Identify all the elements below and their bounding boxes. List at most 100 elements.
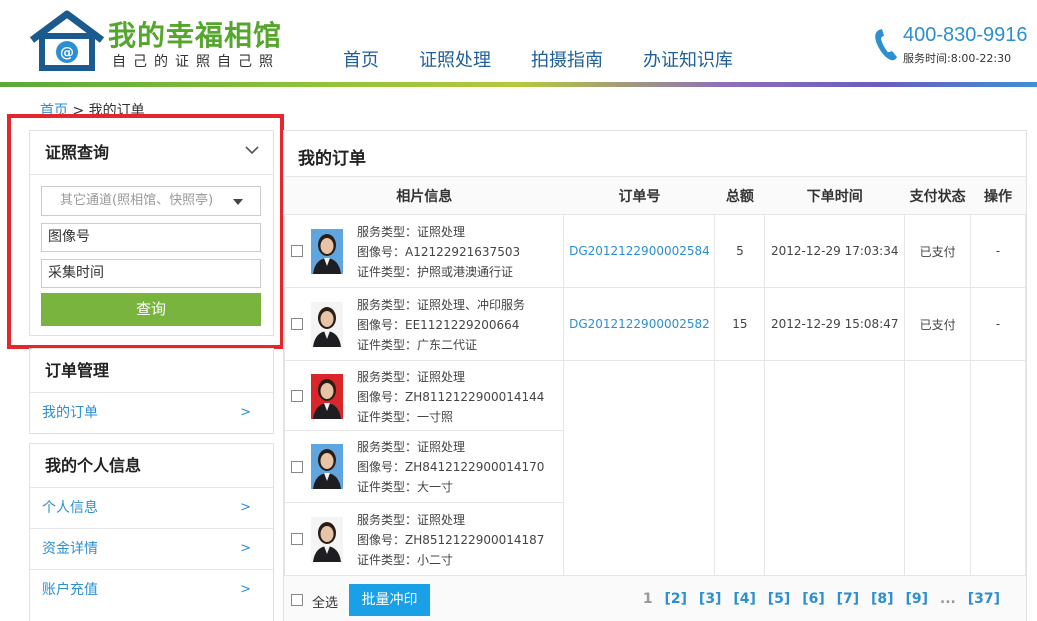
order-management-title: 订单管理 [30,349,273,393]
highlight-frame [7,114,284,349]
empty-cell [714,360,766,576]
row-checkbox[interactable] [291,533,303,545]
page-title: 我的订单 [298,149,366,169]
nav-home[interactable]: 首页 [343,46,379,72]
batch-print-button[interactable]: 批量冲印 [349,584,430,616]
table-row: 服务类型：证照处理 图像号：ZH8112122900014144 证件类型：一寸… [283,360,1026,576]
svg-text:@: @ [60,45,74,61]
page-ellipsis: ... [939,591,956,607]
order-number-link[interactable]: DG2012122900002584 [569,244,710,258]
pagination: 1 [2] [3] [4] [5] [6] [7] [8] [9] ... [3… [636,591,1000,607]
sidebar-item-label: 个人信息 [42,500,98,516]
payment-status-cell: 已支付 [904,214,972,288]
order-number-link[interactable]: DG2012122900002582 [569,317,710,331]
service-type: 服务类型：证照处理 [357,370,466,384]
column-header: 操作 [970,176,1026,215]
chevron-right-icon: > [240,405,251,420]
id-photo-thumbnail [311,517,343,562]
service-type: 服务类型：证照处理 [357,225,466,239]
empty-cell [563,360,716,576]
image-number: 图像号：A12122921637503 [357,245,521,259]
photo-details: 服务类型：证照处理 图像号：ZH8512122900014187 证件类型：小二… [357,510,544,570]
service-type: 服务类型：证照处理 [357,440,466,454]
table-row: 服务类型：证照处理 图像号：A12122921637503 证件类型：护照或港澳… [283,214,1026,288]
personal-info-title: 我的个人信息 [30,444,273,488]
sidebar-item-fund-details[interactable]: 资金详情 > [30,529,273,570]
row-checkbox[interactable] [291,318,303,330]
orders-table: 相片信息 订单号 总额 下单时间 支付状态 操作 服务类型：证照处理 图像号：A… [283,176,1026,576]
column-header: 订单号 [563,176,715,215]
nav-knowledge-base[interactable]: 办证知识库 [643,46,733,72]
empty-cell [904,360,972,576]
operation-cell: - [970,287,1026,361]
sidebar-item-my-orders[interactable]: 我的订单 > [30,393,273,434]
page-link[interactable]: [8] [871,591,894,607]
page-link-last[interactable]: [37] [968,591,1000,607]
chevron-right-icon: > [240,500,251,515]
chevron-right-icon: > [240,541,251,556]
image-number: 图像号：ZH8112122900014144 [357,390,545,404]
photo-info-cell: 服务类型：证照处理 图像号：ZH8112122900014144 证件类型：一寸… [283,360,565,431]
photo-details: 服务类型：证照处理 图像号：A12122921637503 证件类型：护照或港澳… [357,222,520,282]
hotline-number: 400-830-9916 [903,24,1028,46]
site-logo[interactable]: @ 我的幸福相馆 自己的证照自己照 [28,10,298,72]
row-checkbox[interactable] [291,390,303,402]
chevron-right-icon: > [240,582,251,597]
id-photo-thumbnail [311,444,343,489]
nav-cert-processing[interactable]: 证照处理 [419,46,491,72]
page-current: 1 [642,591,653,607]
page-link[interactable]: [7] [837,591,860,607]
operation-cell: - [970,214,1026,288]
house-logo-icon: @ [29,10,105,71]
photo-info-cell: 服务类型：证照处理 图像号：ZH8512122900014187 证件类型：小二… [283,502,565,576]
certificate-type: 证件类型：大一寸 [357,480,454,494]
id-photo-thumbnail [311,229,343,274]
page-link[interactable]: [4] [733,591,756,607]
sidebar-item-personal-info[interactable]: 个人信息 > [30,488,273,529]
image-number: 图像号：ZH8412122900014170 [357,460,545,474]
column-header: 下单时间 [764,176,905,215]
page-link[interactable]: [3] [699,591,722,607]
personal-info-panel: 我的个人信息 个人信息 > 资金详情 > 账户充值 > [29,443,274,621]
sidebar-item-recharge[interactable]: 账户充值 > [30,570,273,611]
certificate-type: 证件类型：护照或港澳通行证 [357,265,514,279]
order-number-cell: DG2012122900002584 [563,214,716,288]
phone-icon [875,29,897,61]
image-number: 图像号：ZH8512122900014187 [357,533,545,547]
photo-details: 服务类型：证照处理 图像号：ZH8412122900014170 证件类型：大一… [357,437,544,497]
service-type: 服务类型：证照处理、冲印服务 [357,298,526,312]
table-header-row: 相片信息 订单号 总额 下单时间 支付状态 操作 [284,176,1026,215]
header-divider [0,82,1037,87]
certificate-type: 证件类型：小二寸 [357,553,454,567]
select-all-checkbox[interactable] [291,594,303,606]
sidebar-item-label: 账户充值 [42,582,98,598]
column-header: 总额 [714,176,765,215]
site-header: @ 我的幸福相馆 自己的证照自己照 首页 证照处理 拍摄指南 办证知识库 400… [0,0,1037,87]
page-link[interactable]: [6] [802,591,825,607]
id-photo-thumbnail [311,374,343,419]
select-all-label[interactable]: 全选 [312,592,338,611]
orders-panel: 我的订单 相片信息 订单号 总额 下单时间 支付状态 操作 服务类型：证照处理 … [283,130,1027,621]
service-hours: 服务时间:8:00-22:30 [903,52,1012,65]
page-link[interactable]: [9] [905,591,928,607]
nav-shooting-guide[interactable]: 拍摄指南 [531,46,603,72]
photo-info-cell: 服务类型：证照处理 图像号：A12122921637503 证件类型：护照或港澳… [283,214,565,288]
payment-status-cell: 已支付 [904,287,972,361]
id-photo-thumbnail [311,302,343,347]
order-management-panel: 订单管理 我的订单 > [29,348,274,434]
photo-info-cell: 服务类型：证照处理 图像号：ZH8412122900014170 证件类型：大一… [283,430,565,503]
table-footer: 全选 批量冲印 1 [2] [3] [4] [5] [6] [7] [8] [9… [284,575,1026,621]
logo-slogan: 自己的证照自己照 [112,54,280,70]
order-time-cell: 2012-12-29 17:03:34 [764,214,906,288]
page-link[interactable]: [5] [768,591,791,607]
row-checkbox[interactable] [291,461,303,473]
photo-details: 服务类型：证照处理 图像号：ZH8112122900014144 证件类型：一寸… [357,367,544,427]
page-link[interactable]: [2] [665,591,688,607]
main-nav: 首页 证照处理 拍摄指南 办证知识库 [343,46,773,72]
row-checkbox[interactable] [291,245,303,257]
column-header: 支付状态 [904,176,971,215]
sidebar-item-label: 我的订单 [42,405,98,421]
table-row: 服务类型：证照处理、冲印服务 图像号：EE1121229200664 证件类型：… [283,287,1026,361]
empty-cell [970,360,1026,576]
order-number-cell: DG2012122900002582 [563,287,716,361]
